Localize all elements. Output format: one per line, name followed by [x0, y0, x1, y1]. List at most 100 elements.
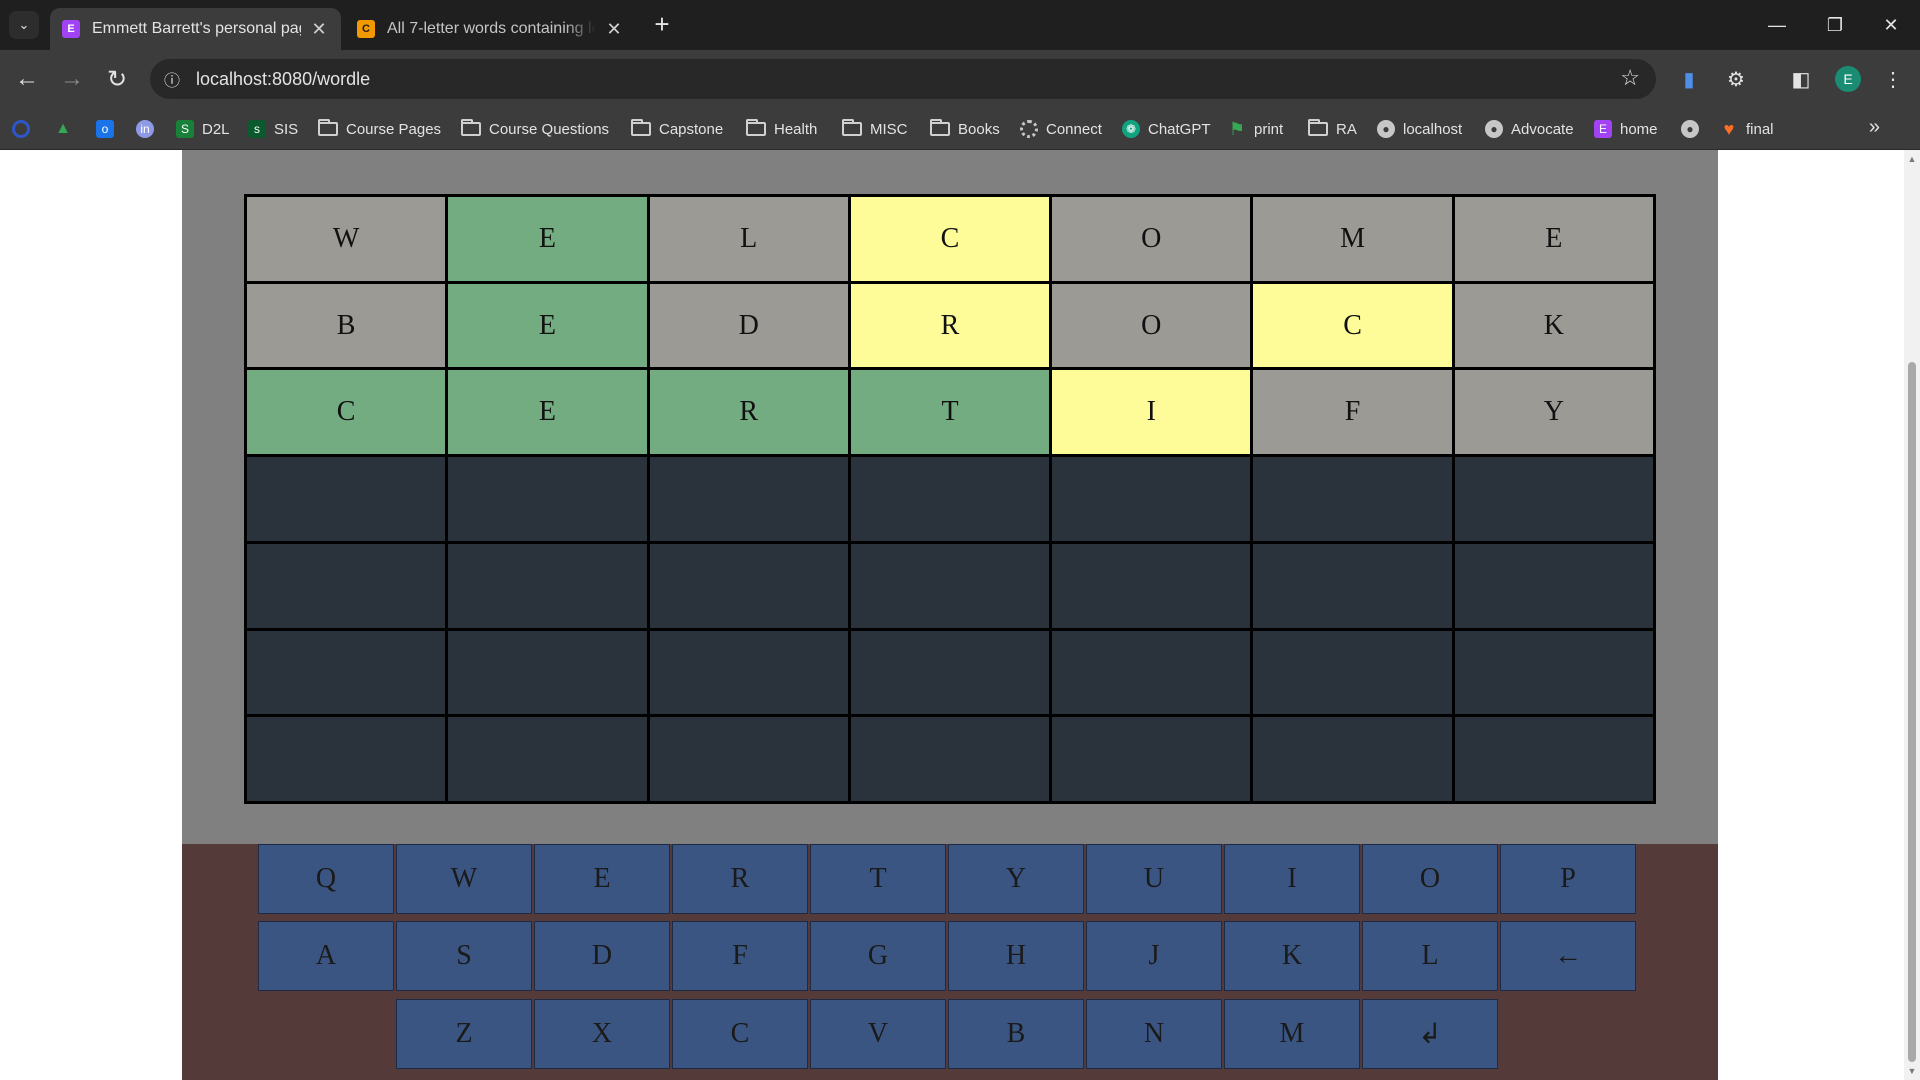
key-n[interactable]: N [1086, 999, 1222, 1069]
bookmark-course-questions[interactable]: Course Questions [461, 116, 609, 142]
key-o[interactable]: O [1362, 844, 1498, 914]
key-u[interactable]: U [1086, 844, 1222, 914]
bookmark-globe[interactable]: ● [1681, 116, 1707, 142]
outlook-icon: o [96, 120, 114, 138]
board-tile-empty [1052, 457, 1251, 541]
forward-arrow-icon[interactable]: → [55, 62, 89, 96]
bookmark-outlook[interactable]: o [96, 116, 122, 142]
backspace-key[interactable]: ← [1500, 921, 1636, 991]
key-s[interactable]: S [396, 921, 532, 991]
bookmark-in[interactable]: in [136, 116, 162, 142]
tab-title: Emmett Barrett's personal page [92, 20, 301, 37]
bookmarks-bar: ▲ o in S D2L s SIS Course Pages Course Q… [0, 108, 1920, 150]
profile-avatar[interactable]: E [1835, 66, 1861, 92]
key-k[interactable]: K [1224, 921, 1360, 991]
bookmark-label: print [1254, 120, 1284, 138]
bookmark-label: Books [958, 120, 1000, 138]
key-v[interactable]: V [810, 999, 946, 1069]
enter-key[interactable]: ↲ [1362, 999, 1498, 1069]
bookmark-label: D2L [202, 120, 230, 138]
key-y[interactable]: Y [948, 844, 1084, 914]
scroll-down-icon[interactable]: ▼ [1907, 1066, 1917, 1076]
bookmark-course-pages[interactable]: Course Pages [318, 116, 441, 142]
board-tile-empty [1454, 717, 1653, 801]
connect-icon [1020, 120, 1038, 138]
board-tile-empty [649, 543, 848, 628]
board-tile-correct: C [247, 370, 446, 455]
board-tile-present: C [850, 197, 1050, 281]
extension-pin-icon[interactable]: ▮ [1674, 64, 1704, 94]
board-tile-empty [247, 543, 446, 628]
bookmark-sis[interactable]: s SIS [248, 116, 298, 142]
key-c[interactable]: C [672, 999, 808, 1069]
key-z[interactable]: Z [396, 999, 532, 1069]
bookmark-final[interactable]: ♥ final [1720, 116, 1774, 142]
close-icon[interactable]: ✕ [309, 19, 329, 40]
restore-icon[interactable]: ❐ [1806, 0, 1864, 50]
vertical-scrollbar[interactable]: ▲ ▼ [1904, 150, 1920, 1080]
key-w[interactable]: W [396, 844, 532, 914]
tab-personal-page[interactable]: E Emmett Barrett's personal page ✕ [50, 8, 341, 50]
key-e[interactable]: E [534, 844, 670, 914]
board-tile-present: C [1253, 283, 1452, 368]
board-tile-empty [1052, 717, 1251, 801]
back-arrow-icon[interactable]: ← [10, 62, 44, 96]
close-icon[interactable]: ✕ [604, 19, 624, 40]
key-h[interactable]: H [948, 921, 1084, 991]
key-b[interactable]: B [948, 999, 1084, 1069]
key-r[interactable]: R [672, 844, 808, 914]
keyboard-row: Z X C V B N M ↲ [182, 999, 1718, 1071]
key-p[interactable]: P [1500, 844, 1636, 914]
reload-icon[interactable]: ↻ [100, 62, 134, 96]
minimize-icon[interactable]: — [1748, 0, 1806, 50]
scroll-up-icon[interactable]: ▲ [1907, 154, 1917, 164]
bookmark-circle[interactable] [12, 116, 38, 142]
bookmark-d2l[interactable]: S D2L [176, 116, 230, 142]
bookmark-health[interactable]: Health [746, 116, 817, 142]
folder-icon [461, 119, 481, 136]
bookmark-localhost[interactable]: ● localhost [1377, 116, 1462, 142]
url-text[interactable]: localhost:8080/wordle [196, 69, 370, 90]
bookmark-advocate[interactable]: ● Advocate [1485, 116, 1574, 142]
board-tile-empty [247, 630, 446, 715]
key-q[interactable]: Q [258, 844, 394, 914]
key-x[interactable]: X [534, 999, 670, 1069]
key-l[interactable]: L [1362, 921, 1498, 991]
bookmark-ra[interactable]: RA [1308, 116, 1357, 142]
board-tile-correct: E [448, 283, 647, 368]
bookmark-capstone[interactable]: Capstone [631, 116, 723, 142]
bookmark-misc[interactable]: MISC [842, 116, 908, 142]
key-d[interactable]: D [534, 921, 670, 991]
bookmark-connect[interactable]: Connect [1020, 116, 1102, 142]
bookmark-books[interactable]: Books [930, 116, 1000, 142]
key-g[interactable]: G [810, 921, 946, 991]
tab-7-letter-words[interactable]: C All 7-letter words containing let ✕ [345, 8, 636, 50]
bookmark-home[interactable]: E home [1594, 116, 1658, 142]
chevron-double-right-icon[interactable]: » [1869, 116, 1880, 139]
board-tile-empty [448, 457, 647, 541]
board-tile-empty [850, 717, 1050, 801]
bookmark-chatgpt[interactable]: ❁ ChatGPT [1122, 116, 1211, 142]
tab-strip: ⌄ E Emmett Barrett's personal page ✕ C A… [0, 0, 1920, 50]
board-tile-empty [1052, 630, 1251, 715]
side-panel-icon[interactable]: ◧ [1786, 64, 1816, 94]
key-j[interactable]: J [1086, 921, 1222, 991]
key-i[interactable]: I [1224, 844, 1360, 914]
bookmark-drive[interactable]: ▲ [54, 116, 80, 142]
key-t[interactable]: T [810, 844, 946, 914]
key-m[interactable]: M [1224, 999, 1360, 1069]
new-tab-button[interactable]: + [650, 10, 674, 40]
site-info-icon[interactable]: ⓘ [160, 67, 184, 91]
board-tile-correct: E [448, 370, 647, 455]
bookmark-star-icon[interactable]: ☆ [1620, 65, 1640, 91]
key-a[interactable]: A [258, 921, 394, 991]
menu-kebab-icon[interactable]: ⋮ [1878, 64, 1908, 94]
folder-icon [318, 119, 338, 136]
bookmark-print[interactable]: ⚑ print [1228, 116, 1283, 142]
address-bar[interactable]: ⓘ localhost:8080/wordle ☆ [150, 59, 1656, 99]
extensions-puzzle-icon[interactable]: ⚙ [1721, 64, 1751, 94]
key-f[interactable]: F [672, 921, 808, 991]
scrollbar-thumb[interactable] [1908, 362, 1916, 1062]
chevron-down-icon[interactable]: ⌄ [9, 11, 39, 39]
window-close-icon[interactable]: ✕ [1862, 0, 1920, 50]
